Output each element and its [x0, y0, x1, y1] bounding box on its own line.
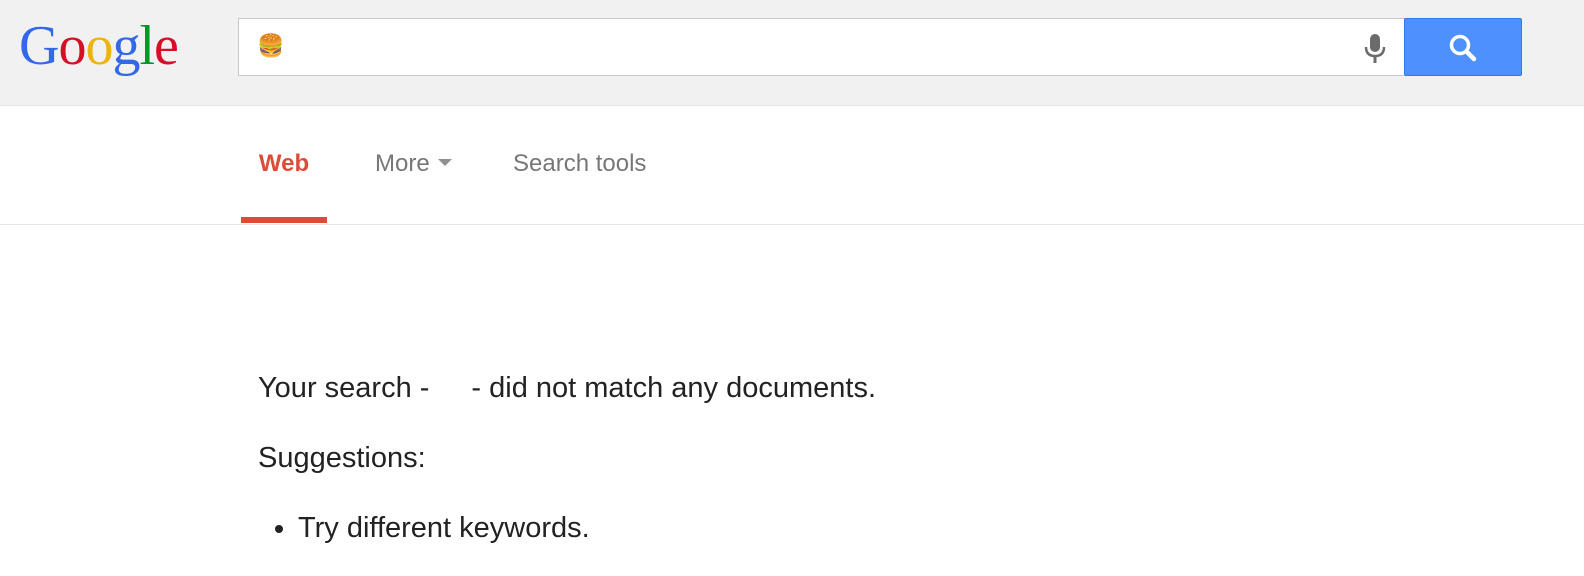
search-box[interactable]: [238, 18, 1406, 76]
search-button[interactable]: [1404, 18, 1522, 76]
suggestions-list: Try different keywords.: [258, 506, 876, 550]
tab-web[interactable]: Web: [241, 146, 327, 182]
active-tab-indicator: [241, 217, 327, 223]
caret-down-icon: [437, 159, 452, 167]
message-prefix: Your search -: [258, 372, 430, 404]
no-results-panel: Your search - - did not match any documen…: [258, 366, 876, 550]
logo-letter: g: [112, 15, 140, 77]
suggestions-title: Suggestions:: [258, 442, 426, 474]
logo-letter: G: [19, 15, 59, 77]
tab-label: Web: [258, 150, 310, 177]
list-item: Try different keywords.: [298, 506, 876, 550]
tab-label: Search tools: [513, 150, 647, 177]
tab-more[interactable]: More: [375, 146, 452, 182]
tab-search-tools[interactable]: Search tools: [513, 146, 646, 182]
logo-letter: o: [58, 15, 86, 77]
search-input[interactable]: [257, 19, 1337, 75]
search-tabs: Web More Search tools: [0, 106, 1584, 225]
google-logo[interactable]: Google: [19, 10, 179, 82]
tab-label: More: [375, 150, 430, 177]
header-bar: Google: [0, 0, 1584, 106]
logo-letter: e: [154, 15, 179, 77]
logo-letter: l: [139, 15, 155, 77]
logo-letter: o: [85, 15, 113, 77]
message-suffix: - did not match any documents.: [471, 372, 877, 404]
microphone-icon[interactable]: [1357, 30, 1393, 66]
search-icon: [1449, 34, 1477, 62]
no-results-message: Your search - - did not match any documen…: [258, 366, 876, 410]
